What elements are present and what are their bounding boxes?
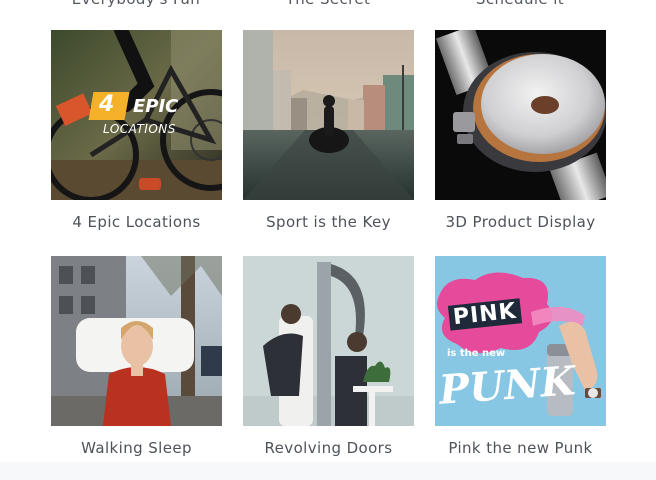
overlay-number: 4	[99, 92, 115, 117]
video-card-walking-sleep[interactable]: Walking Sleep	[51, 256, 222, 457]
video-thumbnail[interactable]	[243, 256, 414, 426]
video-gallery: Everybody's Fan The Secret Schedule it	[0, 0, 656, 480]
overlay-word: EPIC	[133, 96, 179, 117]
watch-thumbnail-image	[435, 30, 606, 200]
video-title[interactable]: Sport is the Key	[243, 213, 414, 231]
video-thumbnail[interactable]: 4 EPIC LOCATIONS	[51, 30, 222, 200]
video-thumbnail[interactable]	[51, 256, 222, 426]
video-title[interactable]: Revolving Doors	[243, 439, 414, 457]
video-title[interactable]: 4 Epic Locations	[51, 213, 222, 231]
video-card-revolving-doors[interactable]: Revolving Doors	[243, 256, 414, 457]
footer-band	[0, 462, 656, 480]
video-title[interactable]: Walking Sleep	[51, 439, 222, 457]
video-title[interactable]: Everybody's Fan	[51, 0, 221, 8]
video-thumbnail[interactable]: PINK is the new PUNK	[435, 256, 606, 426]
epic-locations-overlay: 4 EPIC LOCATIONS	[88, 92, 221, 142]
video-title[interactable]: The Secret	[243, 0, 413, 8]
revolving-doors-thumbnail-image	[243, 256, 414, 426]
overlay-word: PINK	[447, 298, 522, 331]
street-thumbnail-image	[243, 30, 414, 200]
overlay-sub: LOCATIONS	[103, 122, 176, 136]
video-card-pink-the-new-punk[interactable]: PINK is the new PUNK Pink the new Punk	[435, 256, 606, 457]
previous-row-captions: Everybody's Fan The Secret Schedule it	[0, 0, 656, 8]
overlay-big: PUNK	[437, 357, 577, 414]
walking-sleep-thumbnail-image	[51, 256, 222, 426]
video-title[interactable]: Schedule it	[435, 0, 605, 8]
video-thumbnail[interactable]	[435, 30, 606, 200]
video-thumbnail[interactable]	[243, 30, 414, 200]
video-card-epic-locations[interactable]: 4 EPIC LOCATIONS 4 Epic Locations	[51, 30, 222, 231]
pink-punk-overlay: PINK is the new PUNK	[435, 256, 606, 426]
video-title[interactable]: 3D Product Display	[435, 213, 606, 231]
video-card-3d-product-display[interactable]: 3D Product Display	[435, 30, 606, 231]
video-card-sport-is-the-key[interactable]: Sport is the Key	[243, 30, 414, 231]
overlay-sub: is the new	[447, 348, 506, 359]
video-title[interactable]: Pink the new Punk	[435, 439, 606, 457]
